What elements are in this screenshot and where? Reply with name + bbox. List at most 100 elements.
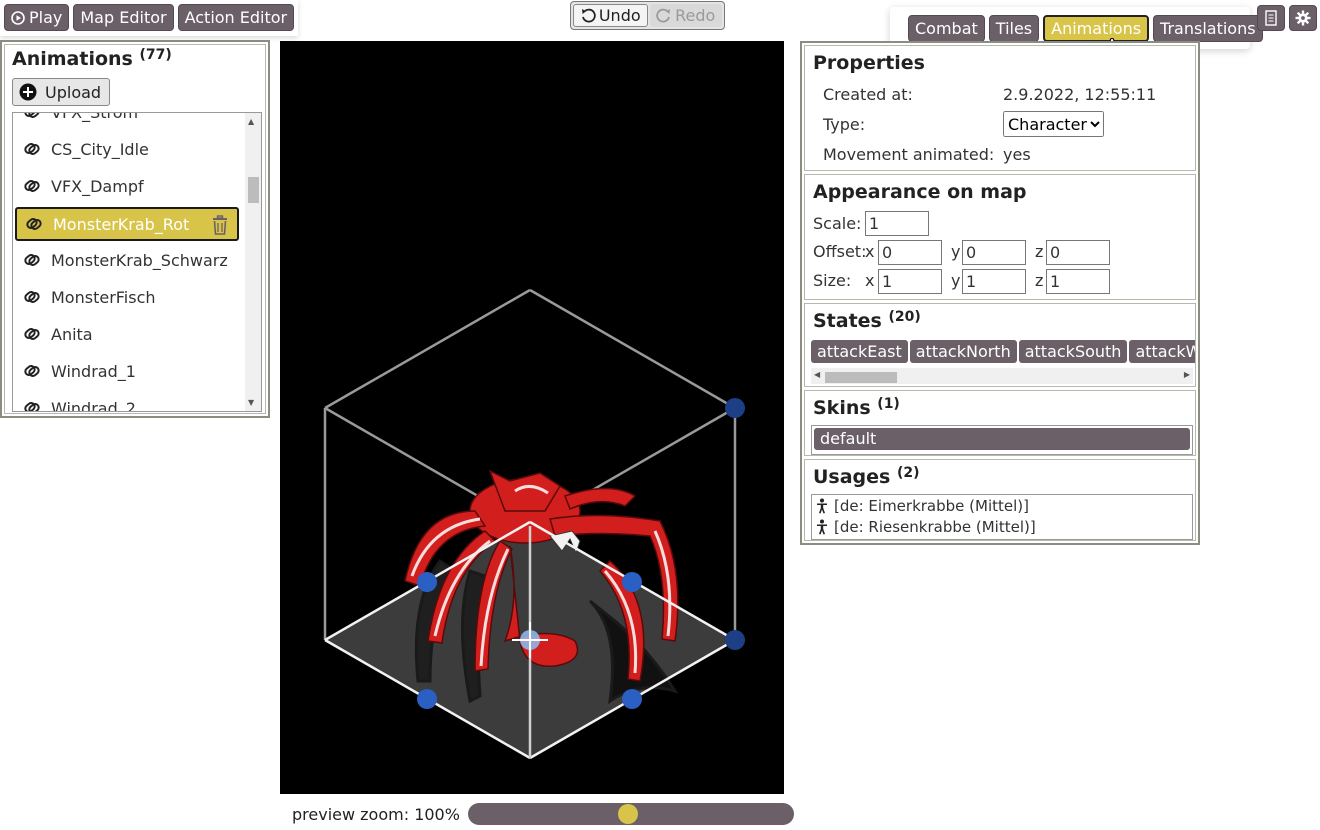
map-editor-button[interactable]: Map Editor	[73, 4, 174, 31]
handle-lower-left[interactable]	[417, 689, 437, 709]
state-tag[interactable]: attackSouth	[1018, 340, 1128, 363]
size-label: Size:	[813, 271, 852, 290]
skins-list: default	[811, 425, 1193, 455]
created-at-label: Created at:	[823, 85, 913, 104]
size-x-label: x	[865, 271, 875, 290]
notes-button[interactable]	[1257, 5, 1285, 31]
list-item[interactable]: MonsterKrab_Schwarz	[13, 243, 247, 277]
size-x-input[interactable]	[878, 269, 942, 294]
list-scrollbar[interactable]: ▲ ▼	[245, 113, 261, 411]
usage-item[interactable]: [de: Riesenkrabbe (Mittel)]	[816, 518, 1036, 536]
offset-x-label: x	[865, 242, 875, 261]
right-tool-buttons	[1257, 5, 1317, 31]
handle-lower-right[interactable]	[622, 689, 642, 709]
properties-section: Properties Created at: 2.9.2022, 12:55:1…	[804, 45, 1196, 171]
offset-y-input[interactable]	[962, 240, 1026, 265]
trash-icon[interactable]	[211, 215, 229, 235]
list-item-label: CS_City_Idle	[51, 139, 149, 159]
gear-icon	[1295, 10, 1311, 26]
play-label: Play	[29, 8, 63, 27]
type-select[interactable]: Character	[1003, 111, 1104, 137]
appearance-section: Appearance on map Scale: Offset: x y z S…	[804, 174, 1196, 300]
skins-count: (1)	[877, 396, 900, 412]
action-editor-button[interactable]: Action Editor	[177, 4, 295, 31]
list-item-label: MonsterKrab_Rot	[53, 214, 190, 234]
state-tag[interactable]: attackWest	[1129, 340, 1195, 363]
state-tag[interactable]: attackNorth	[909, 340, 1017, 363]
animation-preview-canvas[interactable]	[280, 41, 784, 794]
list-item-label: Anita	[51, 324, 93, 344]
tab-animations[interactable]: Animations	[1043, 15, 1150, 42]
offset-z-label: z	[1035, 242, 1044, 261]
handle-upper-left[interactable]	[417, 572, 437, 592]
undo-button[interactable]: Undo	[573, 4, 648, 27]
states-title: States	[813, 310, 882, 332]
usages-section: Usages (2) [de: Eimerkrabbe (Mittel)] [d…	[804, 459, 1196, 541]
handle-upper-right[interactable]	[622, 572, 642, 592]
size-z-label: z	[1035, 271, 1044, 290]
preview-zoom-slider[interactable]	[467, 803, 794, 825]
list-item[interactable]: MonsterFisch	[13, 280, 247, 314]
tab-tiles[interactable]: Tiles	[988, 15, 1040, 42]
list-item[interactable]: Windrad_1	[13, 354, 247, 388]
states-scroll-thumb[interactable]	[825, 372, 897, 383]
size-y-input[interactable]	[962, 269, 1026, 294]
list-item-label: Windrad_2	[51, 398, 136, 412]
list-item[interactable]: Anita	[13, 317, 247, 351]
scroll-down-arrow-icon[interactable]: ▼	[248, 398, 254, 407]
list-item[interactable]: Windrad_2	[13, 391, 247, 412]
list-item-selected[interactable]: MonsterKrab_Rot	[15, 207, 239, 241]
link-icon	[23, 399, 41, 411]
settings-button[interactable]	[1289, 5, 1317, 31]
list-item-label: VFX_Dampf	[51, 176, 144, 196]
appearance-heading: Appearance on map	[813, 181, 1027, 203]
states-heading: States (20)	[813, 309, 921, 332]
list-item[interactable]: CS_City_Idle	[13, 132, 247, 166]
action-editor-label: Action Editor	[184, 8, 288, 27]
animations-heading: Animations (77)	[12, 47, 172, 70]
play-button[interactable]: Play	[4, 4, 70, 31]
tab-combat[interactable]: Combat	[908, 15, 985, 42]
list-scroll-thumb[interactable]	[248, 177, 259, 203]
movement-animated-label: Movement animated:	[823, 145, 995, 164]
usages-heading: Usages (2)	[813, 465, 920, 488]
usage-label: [de: Eimerkrabbe (Mittel)]	[834, 497, 1029, 515]
usages-list: [de: Eimerkrabbe (Mittel)] [de: Riesenkr…	[811, 494, 1193, 540]
scroll-right-arrow-icon[interactable]: ▶	[1184, 370, 1190, 379]
upload-button[interactable]: Upload	[12, 78, 110, 106]
states-scrollbar[interactable]: ◀ ▶	[811, 368, 1193, 384]
scroll-up-arrow-icon[interactable]: ▲	[248, 117, 254, 126]
animations-title: Animations	[12, 48, 133, 70]
list-item[interactable]: VFX_Strom	[13, 113, 247, 129]
upload-label: Upload	[45, 82, 102, 102]
handle-top-right[interactable]	[725, 398, 745, 418]
link-icon	[23, 362, 41, 380]
state-tag[interactable]: attackEast	[811, 340, 908, 363]
skins-section: Skins (1) default	[804, 390, 1196, 456]
offset-z-input[interactable]	[1046, 240, 1110, 265]
list-item[interactable]: VFX_Dampf	[13, 169, 247, 203]
redo-label: Redo	[675, 6, 716, 25]
details-panel: Properties Created at: 2.9.2022, 12:55:1…	[800, 41, 1200, 545]
map-editor-label: Map Editor	[80, 8, 167, 27]
handle-right[interactable]	[725, 630, 745, 650]
size-z-input[interactable]	[1046, 269, 1110, 294]
state-tag-row: attackEastattackNorthattackSouthattackWe…	[811, 340, 1195, 363]
play-circle-icon	[11, 10, 25, 25]
list-item-label: MonsterFisch	[51, 287, 156, 307]
offset-label: Offset:	[813, 242, 867, 261]
movement-animated-value: yes	[1003, 145, 1031, 164]
scale-input[interactable]	[865, 211, 929, 236]
type-label: Type:	[823, 115, 866, 134]
notebook-icon	[1264, 10, 1278, 26]
usage-item[interactable]: [de: Eimerkrabbe (Mittel)]	[816, 497, 1029, 515]
redo-button[interactable]: Redo	[649, 4, 722, 27]
animation-list[interactable]: VFX_Strom CS_City_Idle VFX_Dampf Monster…	[12, 112, 262, 412]
skin-item[interactable]: default	[814, 428, 1190, 450]
preview-zoom-thumb[interactable]	[617, 804, 638, 824]
scroll-left-arrow-icon[interactable]: ◀	[814, 370, 820, 379]
offset-x-input[interactable]	[878, 240, 942, 265]
offset-y-label: y	[951, 242, 961, 261]
scale-label: Scale:	[813, 214, 862, 233]
tab-translations[interactable]: Translations	[1153, 15, 1263, 42]
